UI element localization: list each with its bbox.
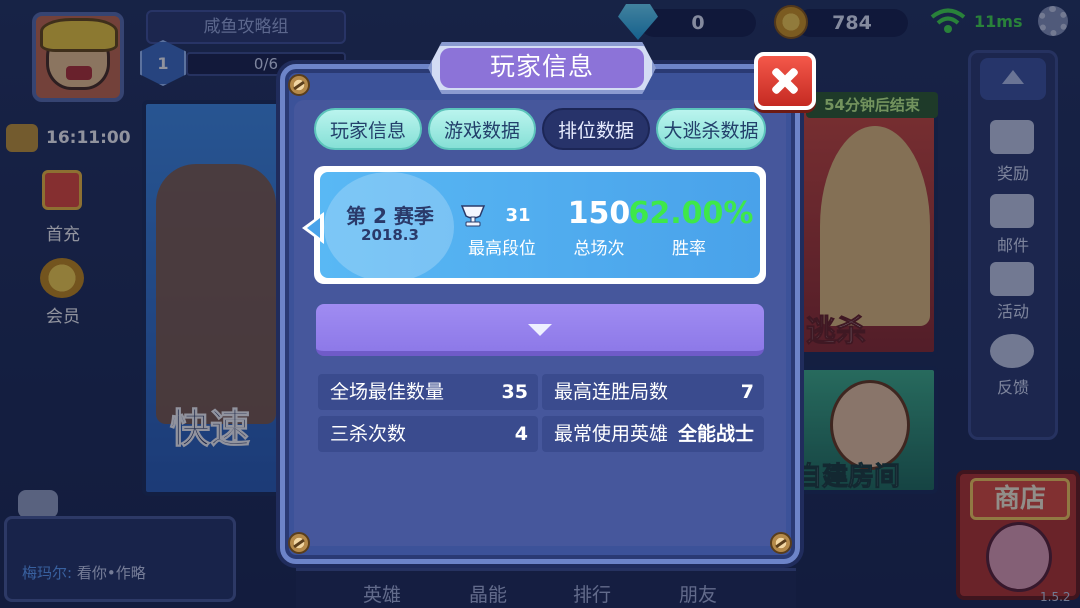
stat-label: 最常使用英雄 <box>554 423 669 445</box>
stat-row: 最高连胜局数 7 <box>542 374 764 410</box>
stat-row: 全场最佳数量 35 <box>318 374 538 410</box>
season-date: 2018.3 <box>361 226 419 244</box>
win-rate-value: 62.00% <box>628 196 754 231</box>
stat-value: 全能战士 <box>677 423 754 445</box>
tab-game-data[interactable]: 游戏数据 <box>428 108 536 150</box>
best-rank-label: 最高段位 <box>468 239 536 259</box>
stat-row: 最常使用英雄 全能战士 <box>542 416 764 452</box>
stat-label: 全场最佳数量 <box>330 381 445 403</box>
tab-ranked-data[interactable]: 排位数据 <box>542 108 650 150</box>
bolt-icon <box>770 532 792 554</box>
chevron-down-icon[interactable] <box>526 322 554 338</box>
stat-value: 4 <box>514 423 528 445</box>
stat-label: 三杀次数 <box>330 423 407 445</box>
bolt-icon <box>288 532 310 554</box>
prev-season-arrow-fill <box>307 218 320 238</box>
best-rank-value: 31 <box>505 205 531 226</box>
total-games-label: 总场次 <box>573 239 625 259</box>
stat-label: 最高连胜局数 <box>554 381 669 403</box>
stat-row: 三杀次数 4 <box>318 416 538 452</box>
win-rate-label: 胜率 <box>672 239 706 259</box>
tab-player-info[interactable]: 玩家信息 <box>314 108 422 150</box>
total-games-value: 150 <box>567 196 631 231</box>
trophy-icon <box>460 205 486 227</box>
stat-value: 7 <box>740 381 754 403</box>
close-button[interactable] <box>754 52 816 110</box>
stat-value: 35 <box>501 381 528 403</box>
season-name: 第 2 赛季 <box>346 204 434 228</box>
tab-battle-royale-data[interactable]: 大逃杀数据 <box>656 108 766 150</box>
modal-title: 玩家信息 <box>440 48 644 88</box>
bolt-icon <box>288 74 310 96</box>
